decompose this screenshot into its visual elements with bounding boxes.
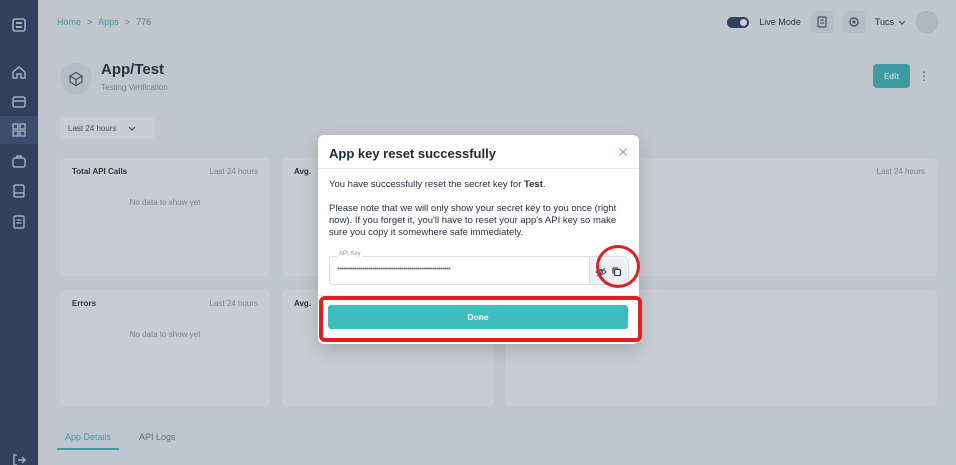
success-message-suffix: . — [542, 179, 546, 190]
modal-header: App key reset successfully — [318, 135, 639, 169]
copy-highlight-circle — [596, 245, 640, 288]
api-key-label: API Key — [337, 251, 363, 257]
api-key-value[interactable]: ••••••••••••••••••••••••••••••••••••••••… — [337, 266, 497, 273]
api-key-field[interactable]: API Key ••••••••••••••••••••••••••••••••… — [329, 251, 629, 285]
done-highlight-box — [319, 296, 642, 342]
modal-title: App key reset successfully — [329, 146, 496, 161]
success-message-text: You have successfully reset the secret k… — [329, 179, 525, 190]
close-icon[interactable] — [617, 145, 629, 157]
success-message: You have successfully reset the secret k… — [329, 179, 629, 191]
app-name: Test — [524, 179, 543, 190]
modal-body: You have successfully reset the secret k… — [329, 179, 629, 251]
warning-message: Please note that we will only show your … — [329, 203, 617, 238]
